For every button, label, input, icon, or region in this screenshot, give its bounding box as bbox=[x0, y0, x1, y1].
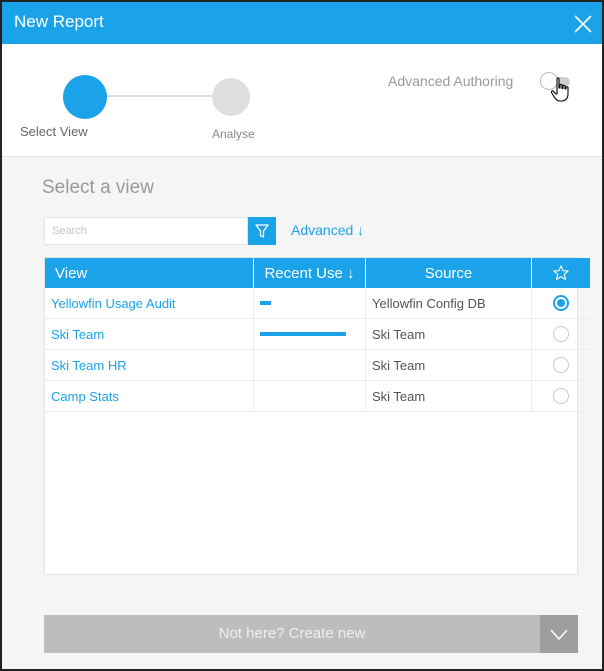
column-header-recent-use[interactable]: Recent Use ↓ bbox=[253, 258, 366, 288]
close-icon bbox=[574, 15, 592, 33]
chevron-down-icon bbox=[550, 629, 568, 641]
step-label-select-view: Select View bbox=[20, 124, 88, 139]
column-header-source[interactable]: Source bbox=[365, 258, 532, 288]
dialog-title: New Report bbox=[14, 12, 104, 31]
close-button[interactable] bbox=[562, 2, 602, 44]
view-name[interactable]: Yellowfin Usage Audit bbox=[51, 296, 176, 311]
advanced-search-link[interactable]: Advanced ↓ bbox=[291, 222, 364, 238]
views-table: View Recent Use ↓ Source Yellowfin Usage… bbox=[44, 257, 590, 575]
new-report-dialog: New Report Select View Analyse Advanced … bbox=[0, 0, 604, 671]
source-cell: Ski Team bbox=[365, 318, 532, 350]
select-cell[interactable] bbox=[531, 288, 590, 319]
select-cell[interactable] bbox=[531, 318, 590, 350]
view-name-cell[interactable]: Ski Team HR bbox=[45, 349, 254, 381]
select-radio[interactable] bbox=[553, 295, 569, 311]
column-header-view[interactable]: View bbox=[45, 258, 254, 288]
recent-use-cell bbox=[253, 349, 366, 381]
view-name[interactable]: Ski Team bbox=[51, 327, 104, 342]
source-name: Ski Team bbox=[372, 326, 426, 342]
view-name-cell[interactable]: Ski Team bbox=[45, 318, 254, 350]
source-name: Ski Team bbox=[372, 357, 426, 373]
recent-use-cell bbox=[253, 318, 366, 350]
source-cell: Yellowfin Config DB bbox=[365, 288, 532, 319]
filter-icon bbox=[255, 224, 269, 238]
filter-button[interactable] bbox=[248, 217, 276, 245]
source-name: Yellowfin Config DB bbox=[372, 295, 486, 311]
table-header-row: View Recent Use ↓ Source bbox=[45, 258, 590, 288]
view-selection-panel: Select a view Advanced ↓ View Recent Use… bbox=[2, 157, 602, 669]
table-row[interactable]: Ski Team Ski Team bbox=[45, 318, 590, 350]
advanced-authoring-label: Advanced Authoring bbox=[388, 73, 514, 89]
select-radio[interactable] bbox=[553, 357, 569, 373]
recent-use-cell bbox=[253, 380, 366, 412]
recent-use-cell bbox=[253, 288, 366, 319]
section-title: Select a view bbox=[42, 177, 154, 198]
view-name-cell[interactable]: Camp Stats bbox=[45, 380, 254, 412]
step-indicator-analyse[interactable] bbox=[212, 78, 250, 116]
step-indicator-select-view[interactable] bbox=[63, 75, 107, 119]
create-new-button[interactable]: Not here? Create new bbox=[44, 615, 578, 653]
select-radio[interactable] bbox=[553, 326, 569, 342]
select-radio[interactable] bbox=[553, 388, 569, 404]
select-cell[interactable] bbox=[531, 349, 590, 381]
column-header-favourite[interactable] bbox=[531, 258, 590, 288]
hand-cursor-icon bbox=[550, 77, 569, 102]
wizard-steps: Select View Analyse Advanced Authoring bbox=[2, 44, 602, 157]
search-input[interactable] bbox=[44, 217, 248, 245]
source-name: Ski Team bbox=[372, 388, 426, 404]
recent-use-bar bbox=[260, 332, 346, 336]
create-new-dropdown-button[interactable] bbox=[540, 615, 578, 653]
source-cell: Ski Team bbox=[365, 349, 532, 381]
table-row[interactable]: Ski Team HR Ski Team bbox=[45, 349, 590, 381]
view-name[interactable]: Ski Team HR bbox=[51, 358, 127, 373]
table-row[interactable]: Camp Stats Ski Team bbox=[45, 380, 590, 412]
step-label-analyse: Analyse bbox=[212, 127, 255, 141]
recent-use-bar bbox=[260, 301, 272, 305]
dialog-titlebar: New Report bbox=[2, 2, 602, 44]
table-row[interactable]: Yellowfin Usage Audit Yellowfin Config D… bbox=[45, 288, 590, 319]
source-cell: Ski Team bbox=[365, 380, 532, 412]
view-name[interactable]: Camp Stats bbox=[51, 389, 119, 404]
create-new-label: Not here? Create new bbox=[218, 625, 366, 642]
select-cell[interactable] bbox=[531, 380, 590, 412]
star-icon bbox=[553, 265, 569, 281]
view-name-cell[interactable]: Yellowfin Usage Audit bbox=[45, 288, 254, 319]
